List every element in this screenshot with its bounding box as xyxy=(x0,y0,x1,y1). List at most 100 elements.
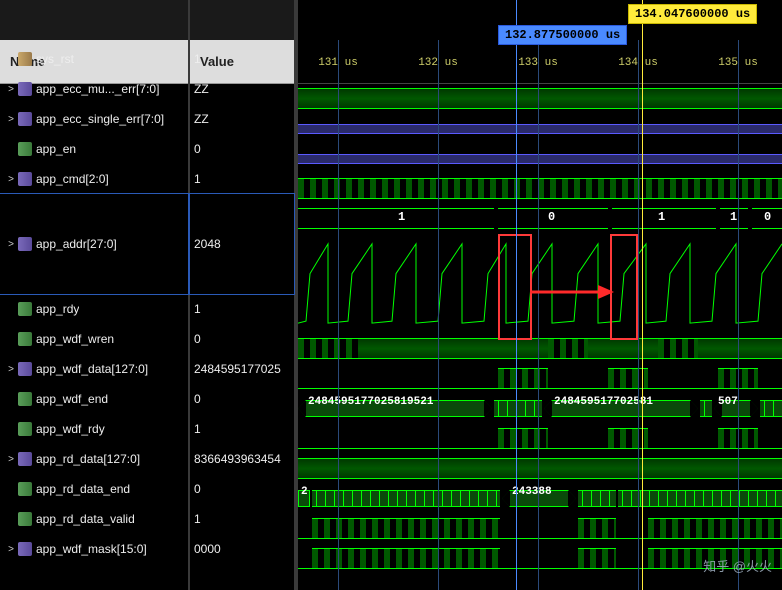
signal-value-text: 0 xyxy=(194,392,201,406)
expand-toggle-icon[interactable]: > xyxy=(4,454,18,465)
signal-value-text: 2048 xyxy=(194,237,221,251)
signal-value-row[interactable]: 1 xyxy=(190,414,294,444)
signal-name-row[interactable]: app_wdf_wren xyxy=(0,324,188,354)
signal-value-row[interactable]: 0 xyxy=(190,324,294,354)
signal-name-row[interactable]: sys_rst xyxy=(0,44,188,74)
signal-type-icon xyxy=(18,422,32,436)
signal-name-label: app_addr[27:0] xyxy=(36,237,117,251)
signal-value-row[interactable]: 0 xyxy=(190,474,294,504)
signal-name-label: app_cmd[2:0] xyxy=(36,172,109,186)
signal-type-icon xyxy=(18,82,32,96)
expand-toggle-icon[interactable]: > xyxy=(4,174,18,185)
signal-value-row[interactable]: 2048 xyxy=(190,194,294,294)
cursor-yellow[interactable] xyxy=(642,0,643,590)
signal-value-text: 1 xyxy=(194,302,201,316)
wave-app-rd-data-end[interactable] xyxy=(298,514,782,544)
cursor-blue[interactable] xyxy=(516,0,517,590)
signal-value-text: 0000 xyxy=(194,542,221,556)
signal-value-row[interactable]: 2484595177025 xyxy=(190,354,294,384)
signal-name-row[interactable]: > app_addr[27:0] xyxy=(0,194,188,294)
signal-value-row[interactable]: 0 xyxy=(190,134,294,164)
signal-name-label: app_wdf_rdy xyxy=(36,422,105,436)
signal-type-icon xyxy=(18,392,32,406)
annotation-box xyxy=(610,234,638,340)
signal-name-label: app_wdf_wren xyxy=(36,332,114,346)
signal-value-row[interactable]: 1 xyxy=(190,44,294,74)
signal-type-icon xyxy=(18,452,32,466)
wave-app-addr[interactable] xyxy=(298,234,782,334)
signal-name-label: app_en xyxy=(36,142,76,156)
signal-name-label: app_rd_data[127:0] xyxy=(36,452,140,466)
expand-toggle-icon[interactable]: > xyxy=(4,544,18,555)
signal-value-text: 1 xyxy=(194,52,201,66)
signal-type-icon xyxy=(18,332,32,346)
wave-app-rd-data[interactable]: 2 243388 xyxy=(298,484,782,514)
signal-value-row[interactable]: 0 xyxy=(190,384,294,414)
expand-toggle-icon[interactable]: > xyxy=(4,114,18,125)
waveform-panel[interactable]: 134.047600000 us 132.877500000 us 131 us… xyxy=(298,0,782,590)
wave-app-wdf-wren[interactable] xyxy=(298,364,782,394)
signal-type-icon xyxy=(18,142,32,156)
wave-app-en[interactable] xyxy=(298,174,782,204)
signal-value-row[interactable]: 8366493963454 xyxy=(190,444,294,474)
wave-app-rdy[interactable] xyxy=(298,334,782,364)
signal-type-icon xyxy=(18,52,32,66)
signal-name-row[interactable]: app_rd_data_valid xyxy=(0,504,188,534)
signal-type-icon xyxy=(18,542,32,556)
signal-name-label: app_rd_data_valid xyxy=(36,512,135,526)
signal-name-row[interactable]: > app_ecc_mu..._err[7:0] xyxy=(0,74,188,104)
signal-name-row[interactable]: > app_ecc_single_err[7:0] xyxy=(0,104,188,134)
signal-name-row[interactable]: app_wdf_end xyxy=(0,384,188,414)
signal-type-icon xyxy=(18,482,32,496)
signal-type-icon xyxy=(18,112,32,126)
signal-value-text: 1 xyxy=(194,172,201,186)
signal-name-row[interactable]: >app_wdf_mask[15:0] xyxy=(0,534,188,564)
signal-name-row[interactable]: > app_cmd[2:0] xyxy=(0,164,188,194)
signal-value-row[interactable]: 1 xyxy=(190,504,294,534)
signal-type-icon xyxy=(18,172,32,186)
signal-name-label: app_wdf_end xyxy=(36,392,108,406)
signal-value-text: 8366493963454 xyxy=(194,452,281,466)
signal-name-label: app_rdy xyxy=(36,302,79,316)
signal-value-panel: Value 1ZZZZ01204810248459517702501836649… xyxy=(190,0,298,590)
signal-name-row[interactable]: >app_wdf_data[127:0] xyxy=(0,354,188,384)
wave-sys-rst[interactable] xyxy=(298,84,782,114)
wave-app-ecc-mu-err[interactable] xyxy=(298,114,782,144)
signal-name-row[interactable]: app_wdf_rdy xyxy=(0,414,188,444)
signal-value-text: ZZ xyxy=(194,82,209,96)
signal-value-text: 2484595177025 xyxy=(194,362,281,376)
signal-name-label: app_ecc_mu..._err[7:0] xyxy=(36,82,159,96)
cursor-label-blue[interactable]: 132.877500000 us xyxy=(498,25,627,45)
wave-app-ecc-single-err[interactable] xyxy=(298,144,782,174)
expand-toggle-icon[interactable]: > xyxy=(4,84,18,95)
signal-name-label: app_ecc_single_err[7:0] xyxy=(36,112,164,126)
signal-value-text: 1 xyxy=(194,422,201,436)
signal-value-row[interactable]: ZZ xyxy=(190,104,294,134)
wave-app-cmd[interactable]: 1 0 1 1 0 xyxy=(298,204,782,234)
signal-name-panel: Name sys_rst>app_ecc_mu..._err[7:0]>app_… xyxy=(0,0,190,590)
expand-toggle-icon[interactable]: > xyxy=(4,364,18,375)
signal-name-row[interactable]: app_rdy xyxy=(0,294,188,324)
signal-value-text: 0 xyxy=(194,482,201,496)
signal-value-row[interactable]: 1 xyxy=(190,294,294,324)
signal-type-icon xyxy=(18,362,32,376)
time-ruler[interactable]: 131 us 132 us 133 us 134 us 135 us xyxy=(298,40,782,84)
signal-name-row[interactable]: app_en xyxy=(0,134,188,164)
signal-type-icon xyxy=(18,512,32,526)
wave-app-wdf-end[interactable] xyxy=(298,424,782,454)
signal-value-row[interactable]: 1 xyxy=(190,164,294,194)
wave-app-wdf-mask[interactable] xyxy=(298,574,782,590)
wave-app-wdf-rdy[interactable] xyxy=(298,454,782,484)
signal-value-text: ZZ xyxy=(194,112,209,126)
wave-app-wdf-data[interactable]: 2484595177025819521 248459517702581 507 xyxy=(298,394,782,424)
annotation-arrow-icon xyxy=(530,282,614,302)
signal-name-label: app_rd_data_end xyxy=(36,482,130,496)
signal-name-row[interactable]: app_rd_data_end xyxy=(0,474,188,504)
signal-value-text: 0 xyxy=(194,332,201,346)
signal-value-text: 1 xyxy=(194,512,201,526)
signal-value-row[interactable]: ZZ xyxy=(190,74,294,104)
cursor-label-yellow[interactable]: 134.047600000 us xyxy=(628,4,757,24)
signal-name-row[interactable]: > app_rd_data[127:0] xyxy=(0,444,188,474)
signal-value-row[interactable]: 0000 xyxy=(190,534,294,564)
expand-toggle-icon[interactable]: > xyxy=(4,239,18,250)
